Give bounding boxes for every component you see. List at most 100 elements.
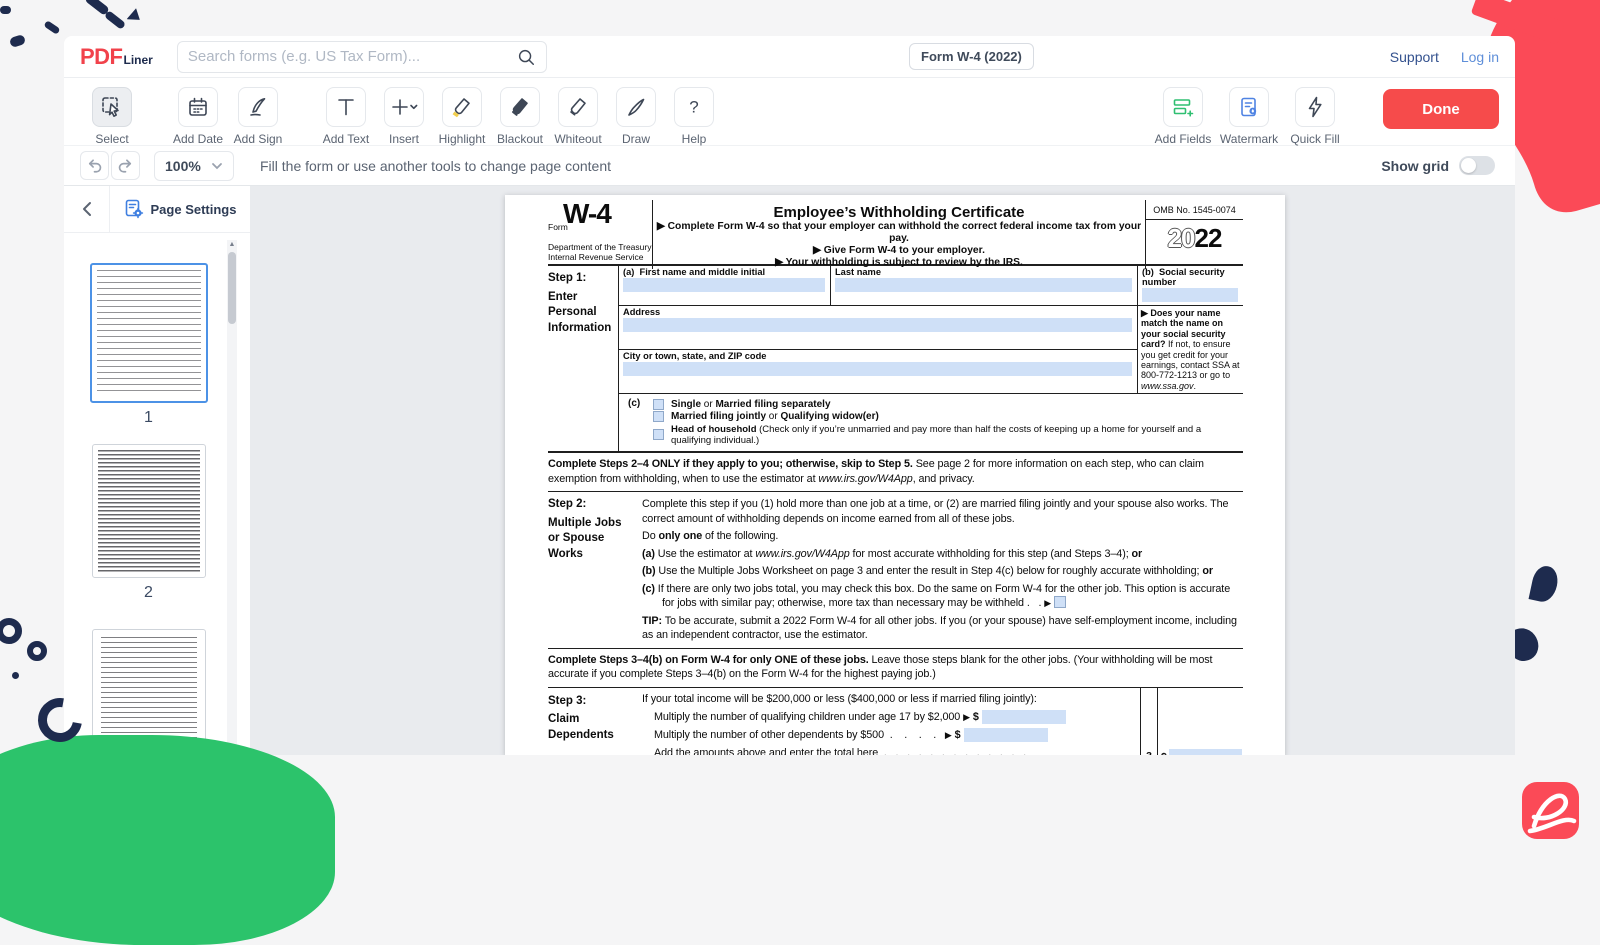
search-icon[interactable] (516, 47, 536, 67)
form-year: 2022 (1146, 220, 1243, 254)
login-link[interactable]: Log in (1461, 49, 1499, 65)
text-icon (334, 95, 358, 119)
quick-fill-button[interactable]: Quick Fill (1287, 87, 1343, 146)
decor-ring (27, 641, 47, 661)
done-button[interactable]: Done (1383, 89, 1499, 129)
total-dependents-input[interactable] (1169, 749, 1242, 755)
step2-option-a: (a) Use the estimator at www.irs.gov/W4A… (642, 547, 1243, 562)
ssn-input[interactable] (1142, 288, 1238, 302)
add-date-button[interactable]: Add Date (170, 87, 226, 146)
app-window: PDF Liner Form W-4 (2022) Support Log in… (64, 36, 1515, 755)
tool-label: Watermark (1220, 132, 1278, 146)
last-name-label: Last name (835, 267, 1133, 277)
dept-line2: Internal Revenue Service (548, 252, 651, 262)
help-button[interactable]: ? Help (666, 87, 722, 146)
pdf-logo-icon (1522, 782, 1579, 839)
married-jointly-checkbox[interactable] (653, 411, 664, 422)
head-of-household-checkbox[interactable] (653, 429, 664, 440)
redo-button[interactable] (111, 151, 140, 180)
chevron-left-icon (81, 201, 92, 217)
page-thumbnail-2[interactable] (92, 444, 206, 578)
whiteout-brush-icon (566, 95, 590, 119)
step2-label: Step 2: Multiple Jobs or Spouse Works (548, 495, 642, 643)
zoom-dropdown[interactable]: 100% (154, 151, 234, 181)
tool-label: Select (95, 132, 128, 146)
calendar-icon (186, 95, 210, 119)
select-tool-button[interactable]: Select (84, 87, 140, 146)
step3-intro: If your total income will be $200,000 or… (642, 692, 1140, 707)
add-fields-button[interactable]: Add Fields (1155, 87, 1211, 146)
city-input[interactable] (623, 362, 1132, 376)
document-title-badge: Form W-4 (2022) (909, 43, 1034, 70)
logo-pdf-text: PDF (80, 44, 123, 70)
highlight-button[interactable]: Highlight (434, 87, 490, 146)
tool-label: Add Text (323, 132, 369, 146)
page-thumbnail-1[interactable] (90, 263, 208, 403)
document-page: Form W-4 Department of the Treasury Inte… (505, 195, 1285, 755)
scrollbar-thumb[interactable] (228, 252, 236, 324)
pdfliner-logo[interactable]: PDF Liner (80, 44, 153, 70)
filing-status-row-single: Single or Married filing separately (653, 399, 1243, 410)
dollar-sign: $ (1161, 751, 1167, 755)
step2-option-b: (b) Use the Multiple Jobs Worksheet on p… (642, 564, 1243, 579)
filing-status-row-hoh: Head of household (Check only if you’re … (653, 424, 1243, 446)
page-number: 2 (144, 584, 153, 602)
step2-intro: Complete this step if you (1) hold more … (642, 497, 1243, 526)
omb-number: OMB No. 1545-0074 (1146, 200, 1243, 220)
show-grid-toggle[interactable] (1459, 156, 1495, 175)
form-number: W-4 (563, 198, 611, 230)
whiteout-button[interactable]: Whiteout (550, 87, 606, 146)
tool-label: Quick Fill (1290, 132, 1339, 146)
step2-content: Complete this step if you (1) hold more … (642, 495, 1243, 643)
draw-button[interactable]: Draw (608, 87, 664, 146)
signature-pen-icon (246, 95, 270, 119)
tool-label: Add Date (173, 132, 223, 146)
single-checkbox[interactable] (653, 399, 664, 410)
decor-ring (0, 618, 22, 644)
decor-dash (104, 10, 126, 30)
paintbrush-icon (624, 95, 648, 119)
redo-icon (117, 157, 134, 174)
watermark-icon (1237, 95, 1261, 119)
add-sign-button[interactable]: Add Sign (230, 87, 286, 146)
search-input[interactable] (188, 48, 516, 65)
add-text-button[interactable]: Add Text (318, 87, 374, 146)
collapse-sidebar-button[interactable] (64, 186, 110, 232)
watermark-button[interactable]: Watermark (1221, 87, 1277, 146)
toggle-knob (1461, 158, 1476, 173)
scroll-up-arrow[interactable]: ▲ (227, 241, 237, 248)
steps-3-4b-note: Complete Steps 3–4(b) on Form W-4 for on… (548, 649, 1243, 688)
step3-label: Step 3: Claim Dependents (548, 688, 642, 755)
tool-label: Draw (622, 132, 650, 146)
blackout-button[interactable]: Blackout (492, 87, 548, 146)
step2-tip: TIP: To be accurate, submit a 2022 Form … (642, 614, 1243, 643)
sidebar-scrollbar[interactable]: ▲ ▼ (227, 240, 237, 751)
decor-dot (9, 34, 26, 48)
address-label: Address (623, 307, 1133, 317)
other-dependents-amount-input[interactable] (964, 728, 1048, 742)
tool-label: Insert (389, 132, 419, 146)
two-jobs-checkbox[interactable] (1054, 596, 1066, 608)
ssa-note: ▶ Does your name match the name on your … (1137, 306, 1243, 393)
children-amount-input[interactable] (982, 710, 1066, 724)
form-title: Employee’s Withholding Certificate (653, 204, 1145, 221)
last-name-input[interactable] (835, 278, 1132, 292)
tool-label: Blackout (497, 132, 543, 146)
tool-label: Help (682, 132, 707, 146)
highlight-brush-icon (450, 95, 474, 119)
tool-label: Add Fields (1155, 132, 1212, 146)
undo-button[interactable] (80, 151, 109, 180)
show-grid-label: Show grid (1381, 158, 1449, 174)
page-settings-button[interactable]: Page Settings (110, 186, 250, 232)
decor-green-blob (0, 735, 335, 945)
support-link[interactable]: Support (1390, 49, 1439, 65)
insert-button[interactable]: Insert (376, 87, 432, 146)
first-name-input[interactable] (623, 278, 825, 292)
step2-option-c: (c) If there are only two jobs total, yo… (642, 582, 1243, 611)
tool-label: Highlight (439, 132, 486, 146)
top-header: PDF Liner Form W-4 (2022) Support Log in (64, 36, 1515, 78)
city-label: City or town, state, and ZIP code (623, 351, 1133, 361)
address-input[interactable] (623, 318, 1132, 332)
filing-status-row-married: Married filing jointly or Qualifying wid… (653, 411, 1243, 422)
search-box[interactable] (177, 41, 547, 73)
